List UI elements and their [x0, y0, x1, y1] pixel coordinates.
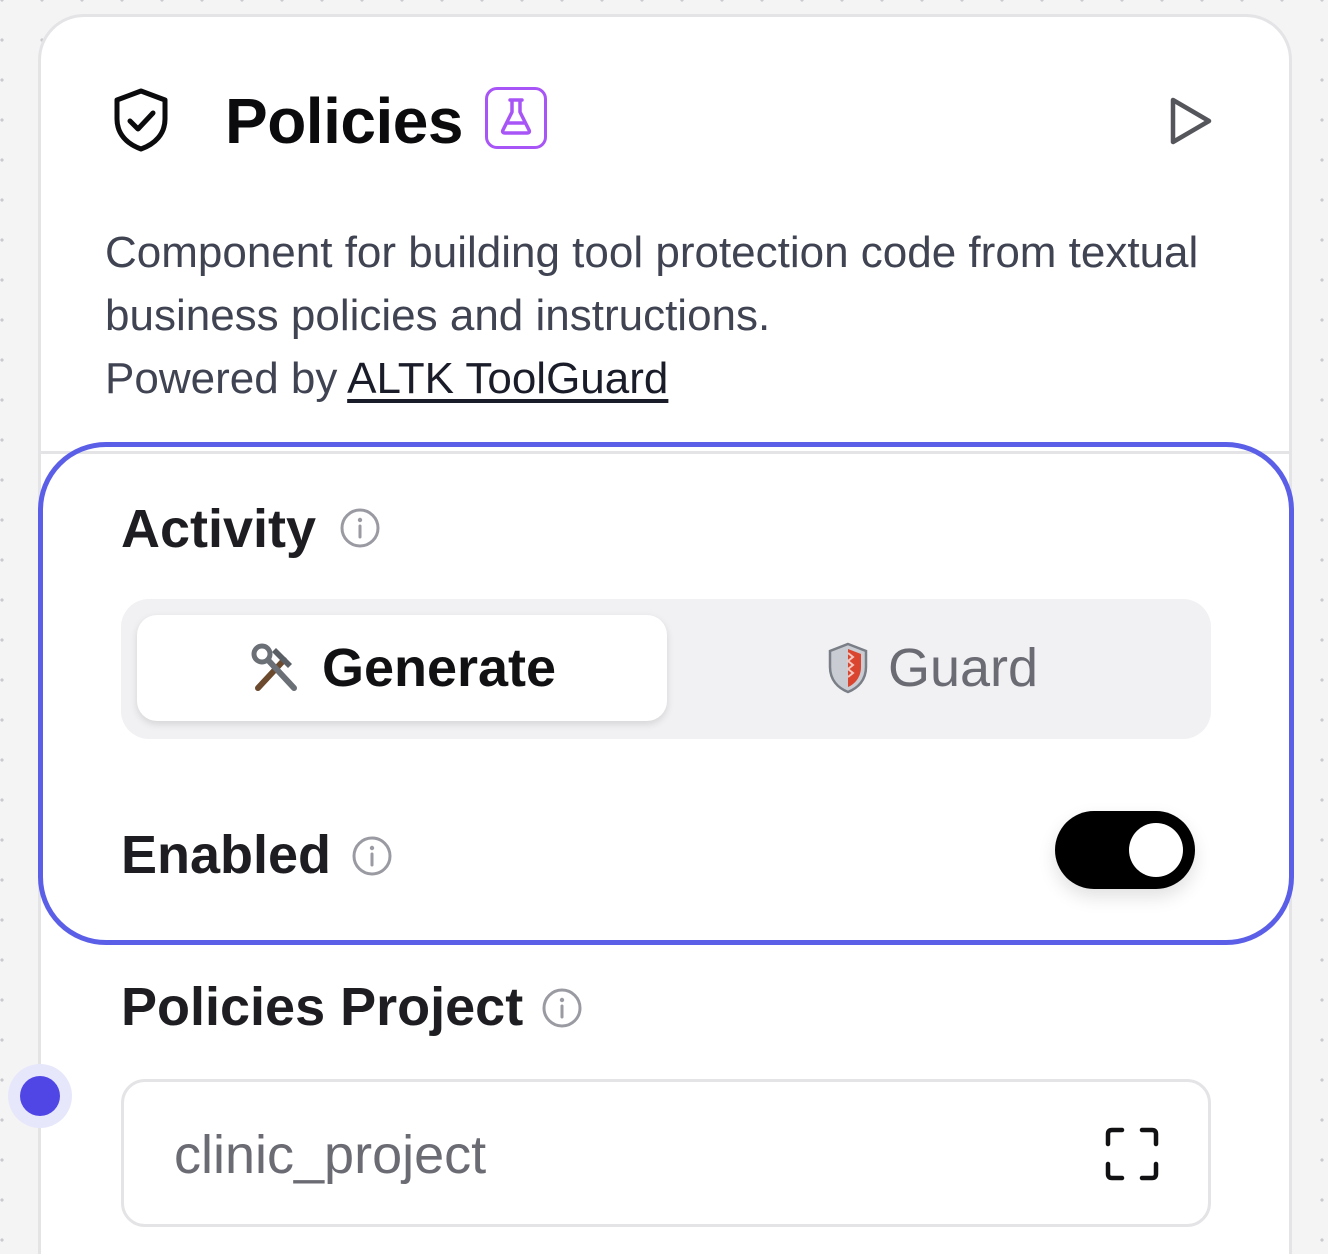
shield-emoji-icon — [826, 641, 870, 695]
enabled-toggle[interactable] — [1055, 811, 1195, 889]
policies-node[interactable]: Policies Component for building tool pro… — [38, 14, 1292, 1254]
altk-toolguard-link[interactable]: ALTK ToolGuard — [347, 354, 668, 403]
policies-project-label: Policies Project — [121, 977, 524, 1037]
node-title: Policies — [225, 85, 463, 157]
description-text: Component for building tool protection c… — [105, 228, 1199, 340]
input-handle[interactable] — [8, 1064, 72, 1128]
hammer-and-wrench-icon — [248, 640, 304, 696]
info-icon[interactable] — [351, 835, 393, 877]
node-description: Component for building tool protection c… — [105, 221, 1245, 410]
enabled-label: Enabled — [121, 825, 332, 885]
guard-option[interactable]: Guard — [667, 615, 1197, 721]
shield-check-icon — [111, 87, 171, 153]
policies-project-input[interactable]: clinic_project — [121, 1079, 1211, 1227]
info-icon[interactable] — [541, 987, 583, 1029]
play-icon[interactable] — [1161, 93, 1217, 149]
toggle-knob — [1129, 823, 1183, 877]
generate-option[interactable]: Generate — [137, 615, 667, 721]
generate-label: Generate — [321, 638, 557, 698]
divider — [41, 451, 1289, 454]
activity-segmented-control: Generate Guard — [121, 599, 1211, 739]
info-icon[interactable] — [339, 507, 381, 549]
powered-by-text: Powered by — [105, 354, 348, 403]
beta-badge — [485, 87, 547, 149]
expand-icon[interactable] — [1104, 1126, 1160, 1182]
activity-label: Activity — [121, 499, 317, 559]
policies-project-value: clinic_project — [174, 1125, 487, 1185]
guard-label: Guard — [887, 638, 1039, 698]
node-header: Policies — [41, 17, 1289, 217]
flow-canvas[interactable]: Policies Component for building tool pro… — [0, 0, 1328, 1254]
flask-icon — [498, 96, 534, 141]
